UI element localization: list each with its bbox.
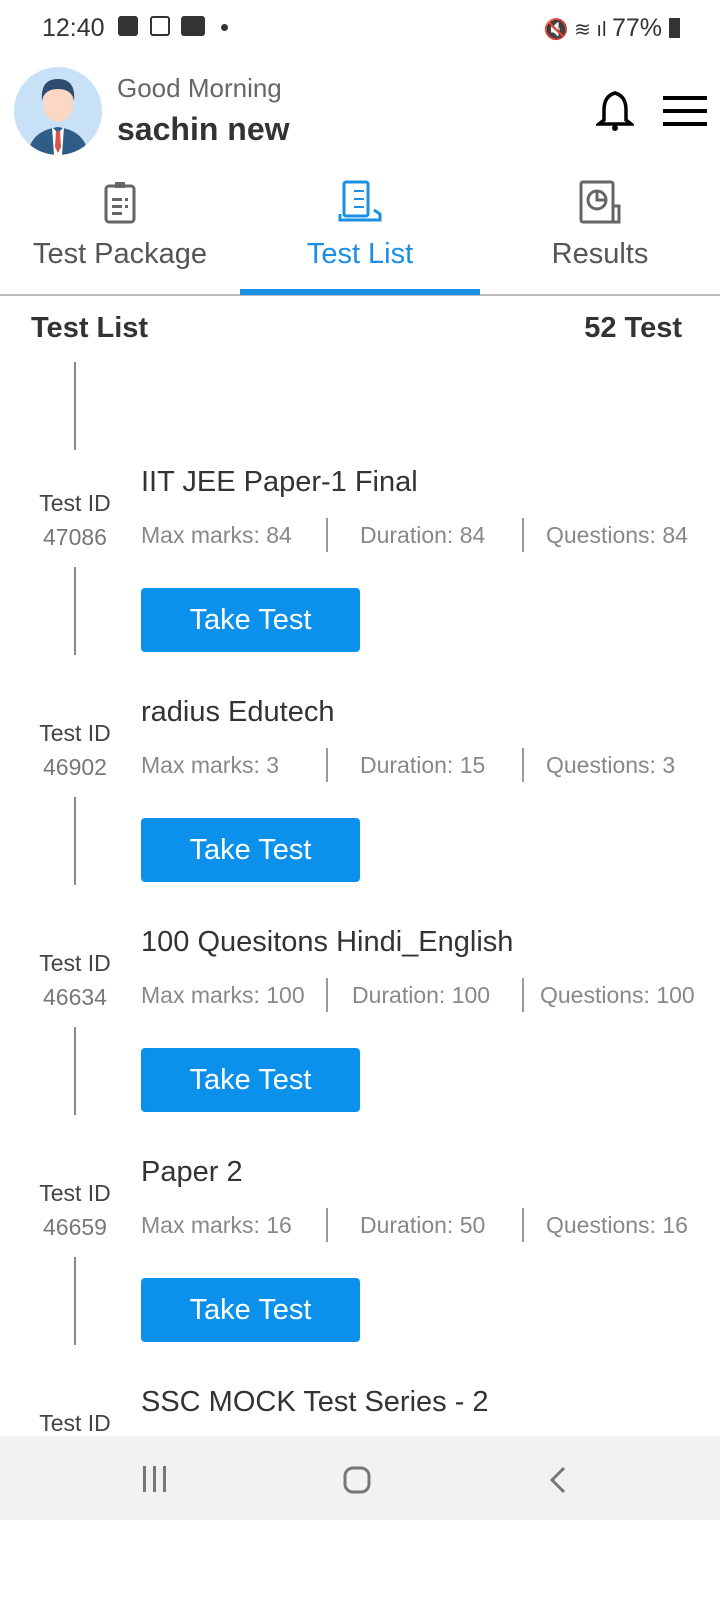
- test-meta: Max marks: 3 Duration: 15 Questions: 3: [141, 748, 711, 782]
- status-right: 🔇 ≋ ıl 77%: [544, 14, 680, 43]
- duration: Duration: 100: [352, 982, 491, 1008]
- menu-icon[interactable]: [663, 94, 707, 133]
- recent-apps-icon[interactable]: [142, 1466, 168, 1497]
- tab-label: Test List: [306, 238, 414, 270]
- active-tab-indicator: [240, 289, 480, 295]
- take-test-button[interactable]: Take Test: [141, 588, 360, 652]
- test-title: SSC MOCK Test Series - 2: [141, 1386, 489, 1418]
- bell-icon[interactable]: [594, 90, 636, 137]
- system-nav-bar: [0, 1436, 720, 1520]
- test-id-label: Test ID: [39, 490, 111, 516]
- status-time: 12:40: [42, 14, 105, 42]
- calendar-icon: [150, 16, 170, 36]
- test-id-label: Test ID: [39, 720, 111, 746]
- max-marks: Max marks: 3: [141, 752, 280, 778]
- max-marks: Max marks: 16: [141, 1212, 292, 1238]
- test-id-label: Test ID: [39, 1410, 111, 1436]
- timeline-line: [74, 1027, 76, 1115]
- take-test-button[interactable]: Take Test: [141, 818, 360, 882]
- max-marks: Max marks: 84: [141, 522, 292, 548]
- tab-test-package[interactable]: Test Package: [0, 180, 240, 271]
- questions: Questions: 84: [546, 522, 688, 548]
- tab-label: Results: [551, 238, 649, 270]
- test-id-value: 46659: [43, 1214, 107, 1240]
- results-report-icon: [579, 180, 621, 224]
- take-test-button[interactable]: Take Test: [141, 1278, 360, 1342]
- max-marks: Max marks: 100: [141, 982, 305, 1008]
- signal-icons: 🔇 ≋ ıl: [543, 19, 612, 41]
- test-id-value: 46634: [43, 984, 107, 1010]
- timeline-line: [74, 567, 76, 655]
- questions: Questions: 100: [540, 982, 695, 1008]
- battery-icon: [669, 18, 680, 38]
- youtube-icon: [181, 16, 205, 36]
- test-meta: Max marks: 100 Duration: 100 Questions: …: [141, 978, 711, 1012]
- home-icon[interactable]: [343, 1466, 371, 1499]
- duration: Duration: 15: [360, 752, 486, 778]
- test-id-value: 47086: [43, 524, 107, 550]
- test-count: 52 Test: [584, 312, 682, 344]
- duration: Duration: 50: [360, 1212, 486, 1238]
- tab-test-list[interactable]: Test List: [240, 180, 480, 271]
- test-title: IIT JEE Paper-1 Final: [141, 466, 418, 498]
- test-title: radius Edutech: [141, 696, 335, 728]
- tab-label: Test Package: [32, 238, 208, 270]
- clipboard-icon: [104, 182, 136, 224]
- battery-level: 77%: [612, 14, 663, 42]
- avatar[interactable]: [14, 67, 102, 155]
- questions: Questions: 16: [546, 1212, 688, 1238]
- list-heading: Test List: [31, 312, 149, 344]
- test-id-label: Test ID: [39, 1180, 111, 1206]
- test-title: Paper 2: [141, 1156, 243, 1188]
- tab-results[interactable]: Results: [480, 180, 720, 271]
- test-list-item: IIT JEE Paper-1 Final Test ID 47086 Max …: [0, 450, 720, 680]
- test-meta: Max marks: 16 Duration: 50 Questions: 16: [141, 1208, 711, 1242]
- dot-icon: [221, 24, 228, 31]
- test-list-item: 100 Quesitons Hindi_English Test ID 4663…: [0, 910, 720, 1140]
- test-id-value: 46902: [43, 754, 107, 780]
- take-test-button[interactable]: Take Test: [141, 1048, 360, 1112]
- timeline-line: [74, 797, 76, 885]
- duration: Duration: 84: [360, 522, 486, 548]
- test-list-icon: [338, 180, 382, 222]
- gallery-icon: [118, 16, 138, 36]
- timeline-line: [74, 1257, 76, 1345]
- test-meta: Max marks: 84 Duration: 84 Questions: 84: [141, 518, 711, 552]
- back-icon[interactable]: [548, 1466, 568, 1499]
- timeline-line: [74, 362, 76, 450]
- test-id-label: Test ID: [39, 950, 111, 976]
- test-list-item: radius Edutech Test ID 46902 Max marks: …: [0, 680, 720, 910]
- test-list-item: Paper 2 Test ID 46659 Max marks: 16 Dura…: [0, 1140, 720, 1370]
- user-name: sachin new: [117, 111, 290, 147]
- test-title: 100 Quesitons Hindi_English: [141, 926, 514, 958]
- questions: Questions: 3: [546, 752, 676, 778]
- status-bar: 12:40 🔇 ≋ ıl 77%: [0, 0, 720, 56]
- greeting-text: Good Morning: [117, 73, 282, 103]
